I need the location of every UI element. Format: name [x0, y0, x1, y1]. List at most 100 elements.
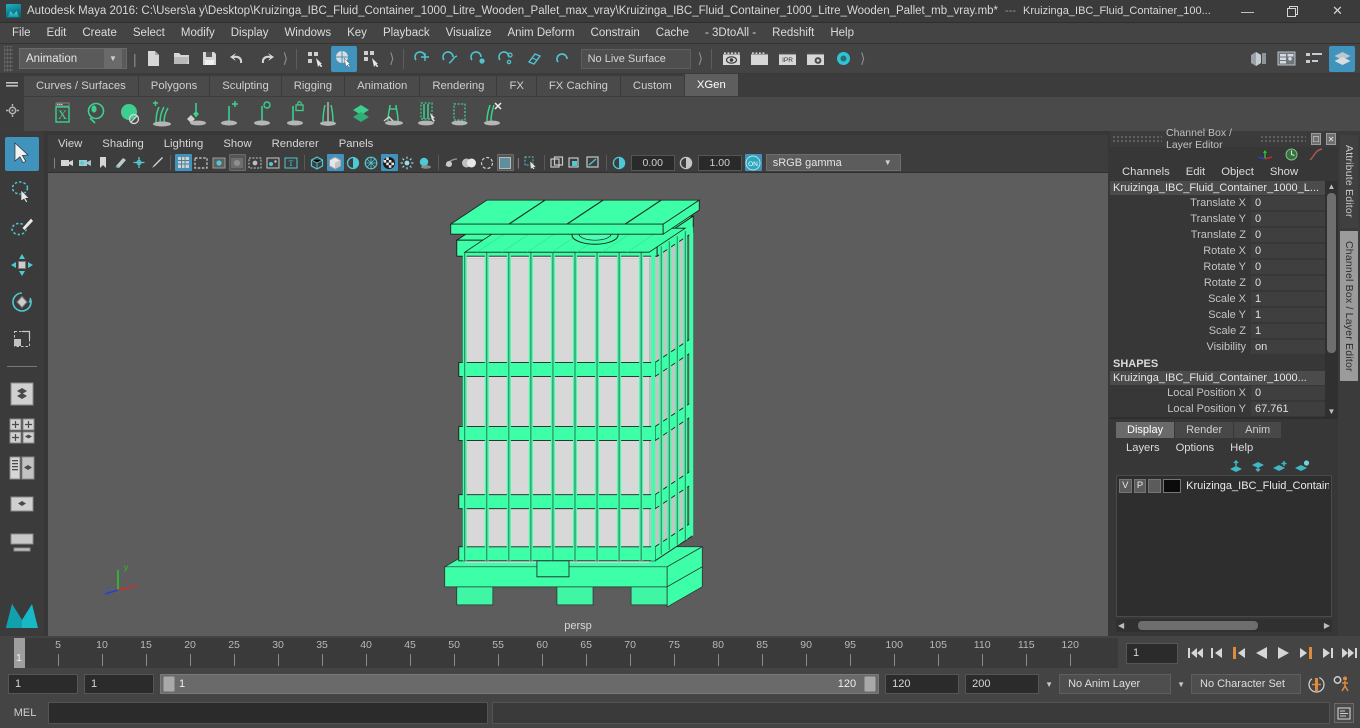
motion-blur-icon[interactable] — [443, 154, 460, 171]
shadows-icon[interactable] — [417, 154, 434, 171]
layer-visibility-toggle[interactable]: V — [1119, 478, 1132, 493]
menu-display[interactable]: Display — [223, 23, 277, 44]
wireframe-on-shaded-icon[interactable] — [363, 154, 380, 171]
range-start-handle[interactable] — [163, 676, 175, 692]
render-current-frame-icon[interactable] — [718, 46, 744, 72]
select-camera-icon[interactable] — [59, 154, 76, 171]
create-description-icon[interactable] — [81, 99, 112, 130]
vtab-channel-box-layer-editor[interactable]: Channel Box / Layer Editor — [1340, 230, 1358, 382]
cut-modifier-icon[interactable] — [411, 99, 442, 130]
channel-value[interactable]: 0 — [1251, 275, 1325, 291]
snap-to-point-icon[interactable] — [466, 46, 492, 72]
channel-row-rotate-x[interactable]: Rotate X 0 — [1110, 243, 1325, 259]
layer-color-swatch[interactable] — [1163, 478, 1182, 493]
channel-row-translate-z[interactable]: Translate Z 0 — [1110, 227, 1325, 243]
command-input[interactable] — [48, 702, 488, 724]
scroll-up-arrow-icon[interactable]: ▲ — [1328, 181, 1336, 192]
auto-keyframe-icon[interactable] — [1307, 675, 1326, 694]
viewport-background-icon[interactable] — [496, 154, 514, 171]
channel-value[interactable]: 0 — [1251, 259, 1325, 275]
freeze-guide-icon[interactable] — [279, 99, 310, 130]
playback-start-time-field[interactable]: 1 — [84, 674, 154, 694]
play-backwards-icon[interactable] — [1250, 641, 1272, 665]
channel-value[interactable]: 0 — [1251, 211, 1325, 227]
film-gate-icon[interactable] — [193, 154, 210, 171]
status-line-drag-handle[interactable] — [4, 45, 13, 72]
light-manipulator-icon[interactable] — [265, 154, 282, 171]
make-live-icon[interactable] — [550, 46, 576, 72]
shelf-tab-sculpting[interactable]: Sculpting — [210, 76, 282, 96]
lasso-select-tool[interactable] — [5, 174, 39, 208]
range-end-handle[interactable] — [864, 676, 877, 692]
tab-anim[interactable]: Anim — [1234, 422, 1282, 438]
open-scene-icon[interactable] — [169, 46, 195, 72]
channel-value[interactable]: 67.761 — [1251, 401, 1325, 417]
menu-select[interactable]: Select — [125, 23, 173, 44]
paste-view-icon[interactable] — [567, 154, 584, 171]
3d-viewport[interactable]: y x z persp — [48, 173, 1108, 636]
go-to-start-icon[interactable] — [1184, 641, 1206, 665]
render-settings-icon[interactable] — [802, 46, 828, 72]
move-tool[interactable] — [5, 248, 39, 282]
shelf-tab-custom[interactable]: Custom — [620, 76, 685, 96]
animation-start-time-field[interactable]: 1 — [8, 674, 78, 694]
chevron-down-icon[interactable]: ▼ — [876, 155, 900, 170]
shelf-tab-curves-surfaces[interactable]: Curves / Surfaces — [24, 76, 139, 96]
hypershade-layout-icon[interactable] — [5, 525, 39, 559]
menu-cache[interactable]: Cache — [648, 23, 697, 44]
grease-pencil-icon[interactable] — [149, 154, 166, 171]
panel-drag-handle-right[interactable] — [1260, 135, 1307, 143]
command-language-label[interactable]: MEL — [6, 707, 44, 719]
new-scene-icon[interactable] — [141, 46, 167, 72]
menu-help[interactable]: Help — [822, 23, 862, 44]
step-forward-frame-icon[interactable] — [1294, 641, 1316, 665]
add-move-groom-icon[interactable] — [147, 99, 178, 130]
panel-drag-handle-left[interactable] — [1112, 135, 1162, 143]
channel-value[interactable]: 0 — [1251, 195, 1325, 211]
shelf-tab-fx[interactable]: FX — [497, 76, 537, 96]
channel-row-visibility[interactable]: Visibility on — [1110, 339, 1325, 355]
layer-state-toggle[interactable] — [1148, 478, 1162, 493]
animation-preferences-icon[interactable] — [1332, 675, 1352, 694]
wireframe-shading-icon[interactable] — [309, 154, 326, 171]
ibc-container-model[interactable] — [48, 173, 1108, 636]
toggle-grid-icon[interactable] — [174, 154, 192, 171]
scrollbar-thumb[interactable] — [1327, 193, 1336, 353]
color-management-toggle-icon[interactable]: ON — [744, 154, 762, 171]
channel-box-menu-object[interactable]: Object — [1213, 166, 1262, 178]
show-hide-tool-settings-icon[interactable] — [1301, 46, 1327, 72]
place-guide-icon[interactable] — [213, 99, 244, 130]
channel-value[interactable]: 1 — [1251, 291, 1325, 307]
mirror-guide-icon[interactable] — [312, 99, 343, 130]
go-to-end-icon[interactable] — [1338, 641, 1360, 665]
shade-selected-items-icon[interactable] — [345, 154, 362, 171]
layer-item[interactable]: V P Kruizinga_IBC_Fluid_Container_ — [1119, 478, 1329, 493]
texture-mode-icon[interactable] — [380, 154, 398, 171]
channel-box-scrollbar[interactable]: ▲ ▼ — [1325, 181, 1338, 417]
layer-list[interactable]: V P Kruizinga_IBC_Fluid_Container_ — [1116, 475, 1332, 617]
viewport-menu-show[interactable]: Show — [213, 135, 261, 153]
channel-box-menu-channels[interactable]: Channels — [1114, 166, 1178, 178]
exposure-value-field[interactable]: 0.00 — [630, 154, 675, 171]
text-annotation-icon[interactable]: T — [283, 154, 300, 171]
move-axis-icon[interactable] — [1256, 148, 1274, 161]
anti-aliasing-icon[interactable] — [479, 154, 496, 171]
scale-tool[interactable] — [5, 322, 39, 356]
noise-modifier-icon[interactable] — [378, 99, 409, 130]
menu-visualize[interactable]: Visualize — [438, 23, 500, 44]
create-new-layer-icon[interactable] — [1272, 460, 1288, 473]
vtab-attribute-editor[interactable]: Attribute Editor — [1340, 135, 1358, 228]
live-surface-field[interactable]: No Live Surface — [580, 48, 691, 69]
select-by-hierarchy-icon[interactable] — [303, 46, 329, 72]
menu-redshift[interactable]: Redshift — [764, 23, 822, 44]
channel-value[interactable]: 0 — [1251, 243, 1325, 259]
time-slider[interactable]: 1 5 10 15 20 25 30 35 40 45 50 55 60 65 70 75 80 85 90 95 1… — [14, 638, 1118, 668]
use-default-lighting-icon[interactable] — [399, 154, 416, 171]
current-frame-field[interactable]: 1 — [1126, 642, 1178, 664]
create-layer-from-selected-icon[interactable] — [1294, 459, 1310, 473]
menu-modify[interactable]: Modify — [173, 23, 223, 44]
shelf-tab-xgen[interactable]: XGen — [684, 74, 739, 96]
outliner-persp-layout-icon[interactable] — [5, 451, 39, 485]
channel-row-translate-y[interactable]: Translate Y 0 — [1110, 211, 1325, 227]
snap-to-grid-icon[interactable] — [410, 46, 436, 72]
